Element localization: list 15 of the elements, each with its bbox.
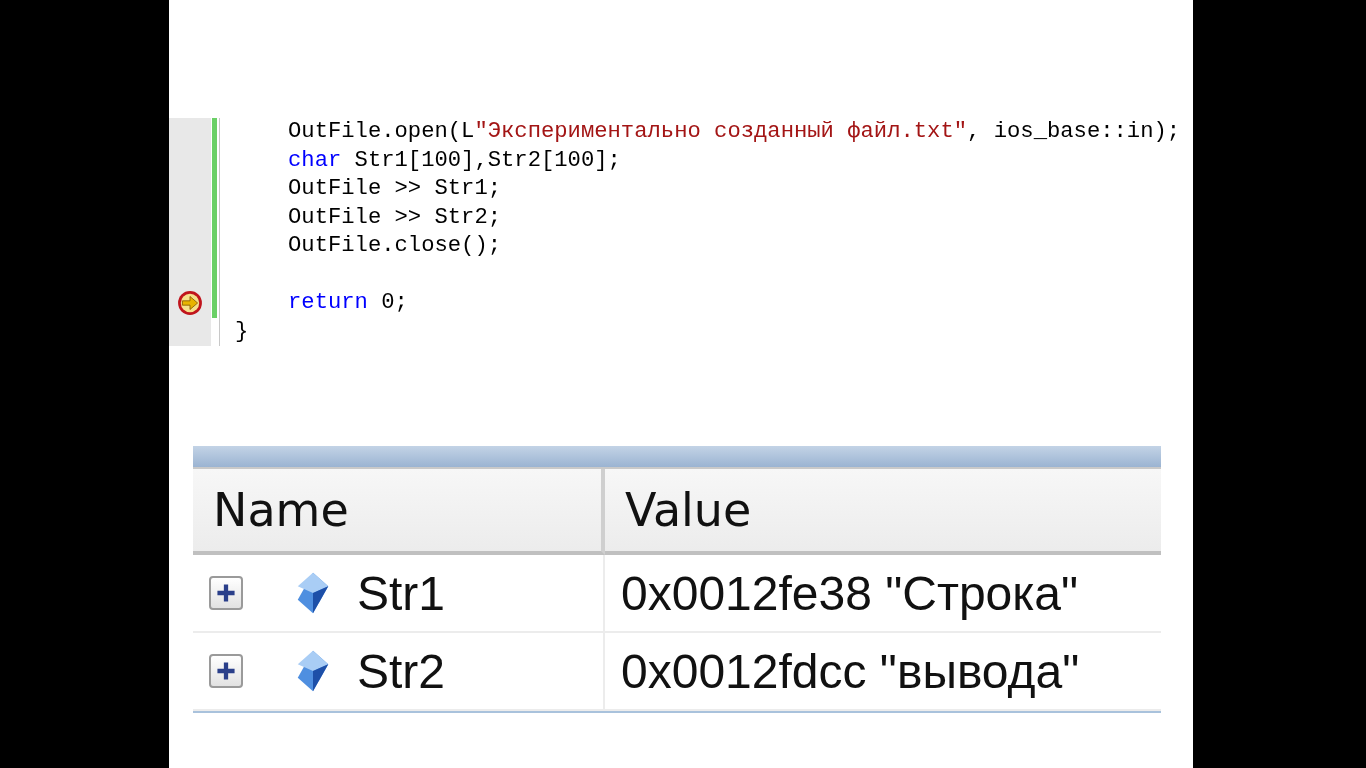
code-line: }	[235, 317, 249, 346]
variable-value: 0x0012fdcc "вывода"	[621, 643, 1080, 699]
column-header[interactable]: Name	[193, 469, 605, 555]
code-line: char Str1[100],Str2[100];	[288, 146, 621, 175]
expand-button[interactable]	[209, 576, 243, 610]
code-line: OutFile.close();	[288, 232, 502, 260]
code-line: OutFile >> Str2;	[288, 203, 502, 232]
column-header[interactable]: Value	[605, 469, 1161, 555]
variable-name: Str2	[357, 643, 446, 699]
code-line: OutFile.open(L"Экспериментально созданный файл.txt", ios_base::in);	[288, 118, 1181, 146]
variable-value: 0x0012fe38 "Строка"	[621, 565, 1079, 621]
variable-name: Str1	[357, 565, 446, 621]
code-line: return 0;	[288, 289, 408, 317]
code-line: OutFile >> Str1;	[288, 175, 502, 203]
expand-button[interactable]	[209, 654, 243, 688]
